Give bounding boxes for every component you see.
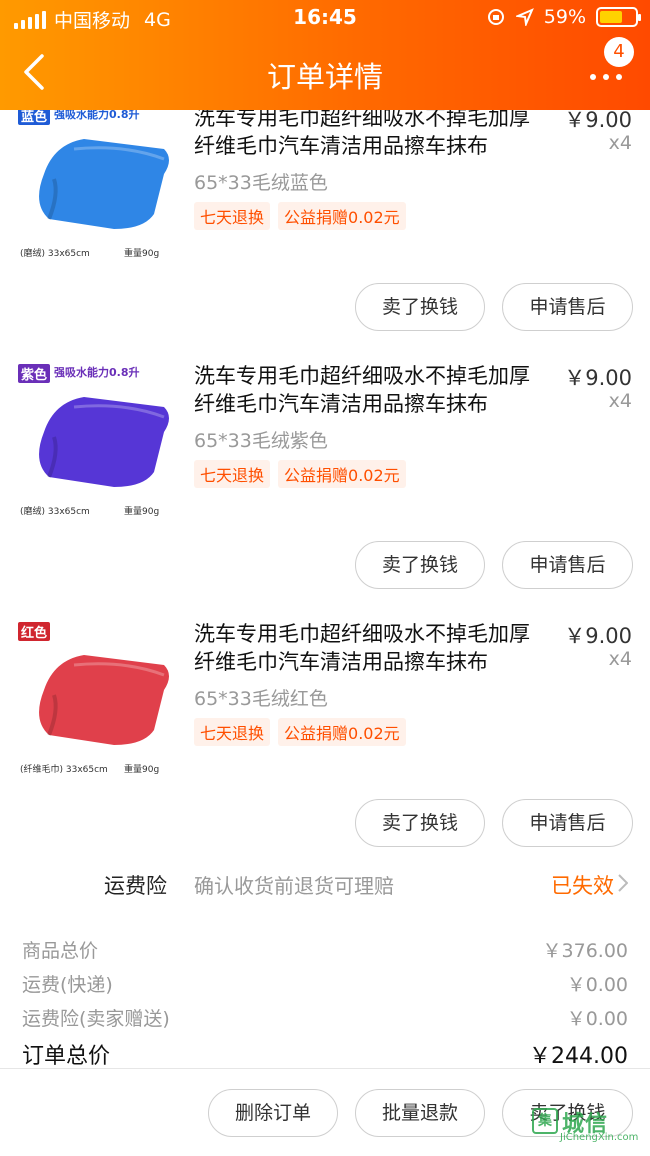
order-detail-screen: 蓝色 强吸水能力0.8升 (磨绒) 33x65cm 重量90g 洗车专用毛巾超纤… <box>0 0 650 1156</box>
status-bar: 中国移动 4G 16:45 59% <box>0 0 650 36</box>
order-total-row: 订单总价 ￥244.00 <box>22 1038 628 1070</box>
product-title[interactable]: 洗车专用毛巾超纤细吸水不掉毛加厚纤维毛巾汽车清洁用品擦车抹布 <box>194 620 544 676</box>
location-arrow-icon <box>515 8 534 26</box>
nav-bar: 订单详情 4 <box>0 36 650 110</box>
summary-label: 运费险(卖家赠送) <box>22 1008 170 1030</box>
towel-image <box>39 397 169 487</box>
towel-shape <box>39 139 169 229</box>
order-total-value: ￥244.00 <box>529 1044 628 1069</box>
weight-caption: 重量90g <box>124 765 160 775</box>
product-quantity: x4 <box>608 132 632 154</box>
return-policy-badge: 七天退换 <box>194 460 271 488</box>
summary-row-insurance: 运费险(卖家赠送) ￥0.00 <box>22 1004 628 1031</box>
insurance-label: 运费险 <box>104 874 167 898</box>
watermark-logo-icon: 集 <box>532 1108 558 1134</box>
summary-row-shipping: 运费(快递) ￥0.00 <box>22 970 628 997</box>
sell-for-cash-button[interactable]: 卖了换钱 <box>355 799 485 847</box>
chevron-right-icon <box>618 874 628 892</box>
product-quantity: x4 <box>608 648 632 670</box>
insurance-description: 确认收货前退货可理赔 <box>194 874 394 898</box>
weight-caption: 重量90g <box>124 249 160 259</box>
after-sales-button[interactable]: 申请售后 <box>502 799 633 847</box>
towel-image <box>39 139 169 229</box>
product-sku: 65*33毛绒蓝色 <box>194 172 328 194</box>
weight-caption: 重量90g <box>124 507 160 517</box>
more-menu-button[interactable]: 4 <box>588 37 634 96</box>
bottom-action-bar: 删除订单 批量退款 卖了换钱 集 城信 JiChengXin.com <box>0 1069 650 1156</box>
towel-image <box>39 655 169 745</box>
batch-refund-button[interactable]: 批量退款 <box>355 1089 485 1137</box>
product-thumbnail[interactable]: 蓝色 强吸水能力0.8升 (磨绒) 33x65cm 重量90g <box>14 104 174 259</box>
charity-badge: 公益捐赠0.02元 <box>278 460 406 488</box>
order-total-label: 订单总价 <box>22 1044 111 1069</box>
return-policy-badge: 七天退换 <box>194 718 271 746</box>
summary-value: ￥376.00 <box>542 940 628 962</box>
summary-label: 商品总价 <box>22 940 99 962</box>
product-thumbnail[interactable]: 紫色 强吸水能力0.8升 (磨绒) 33x65cm 重量90g <box>14 362 174 517</box>
summary-value: ￥0.00 <box>566 1008 628 1030</box>
summary-row-goods: 商品总价 ￥376.00 <box>22 936 628 963</box>
insurance-status: 已失效 <box>551 874 614 898</box>
delete-order-button[interactable]: 删除订单 <box>208 1089 338 1137</box>
size-caption: (纤维毛巾) 33x65cm <box>20 765 108 775</box>
summary-label: 运费(快递) <box>22 974 113 996</box>
charity-badge: 公益捐赠0.02元 <box>278 202 406 230</box>
charity-badge: 公益捐赠0.02元 <box>278 718 406 746</box>
notification-badge: 4 <box>604 37 634 67</box>
app-header: 中国移动 4G 16:45 59% 订单详情 4 <box>0 0 650 110</box>
size-caption: (磨绒) 33x65cm <box>20 507 90 517</box>
more-dots-icon <box>590 74 622 80</box>
sell-for-cash-button[interactable]: 卖了换钱 <box>355 541 485 589</box>
page-title: 订单详情 <box>266 60 383 94</box>
summary-value: ￥0.00 <box>566 974 628 996</box>
product-sku: 65*33毛绒红色 <box>194 688 328 710</box>
after-sales-button[interactable]: 申请售后 <box>502 283 633 331</box>
product-title[interactable]: 洗车专用毛巾超纤细吸水不掉毛加厚纤维毛巾汽车清洁用品擦车抹布 <box>194 362 544 418</box>
product-sku: 65*33毛绒紫色 <box>194 430 328 452</box>
watermark-subtext: JiChengXin.com <box>560 1132 639 1143</box>
product-price: ￥9.00 <box>564 624 632 648</box>
battery-icon <box>596 7 641 27</box>
return-policy-badge: 七天退换 <box>194 202 271 230</box>
product-price: ￥9.00 <box>564 366 632 390</box>
product-thumbnail[interactable]: 红色 (纤维毛巾) 33x65cm 重量90g <box>14 620 174 775</box>
size-caption: (磨绒) 33x65cm <box>20 249 90 259</box>
site-watermark: 集 城信 JiChengXin.com <box>532 1106 642 1143</box>
sell-for-cash-button[interactable]: 卖了换钱 <box>355 283 485 331</box>
after-sales-button[interactable]: 申请售后 <box>502 541 633 589</box>
product-title[interactable]: 洗车专用毛巾超纤细吸水不掉毛加厚纤维毛巾汽车清洁用品擦车抹布 <box>194 104 544 160</box>
shipping-insurance-row[interactable]: 运费险 确认收货前退货可理赔 已失效 <box>0 870 650 906</box>
product-quantity: x4 <box>608 390 632 412</box>
orientation-lock-icon <box>487 9 504 25</box>
battery-percent: 59% <box>543 6 586 28</box>
